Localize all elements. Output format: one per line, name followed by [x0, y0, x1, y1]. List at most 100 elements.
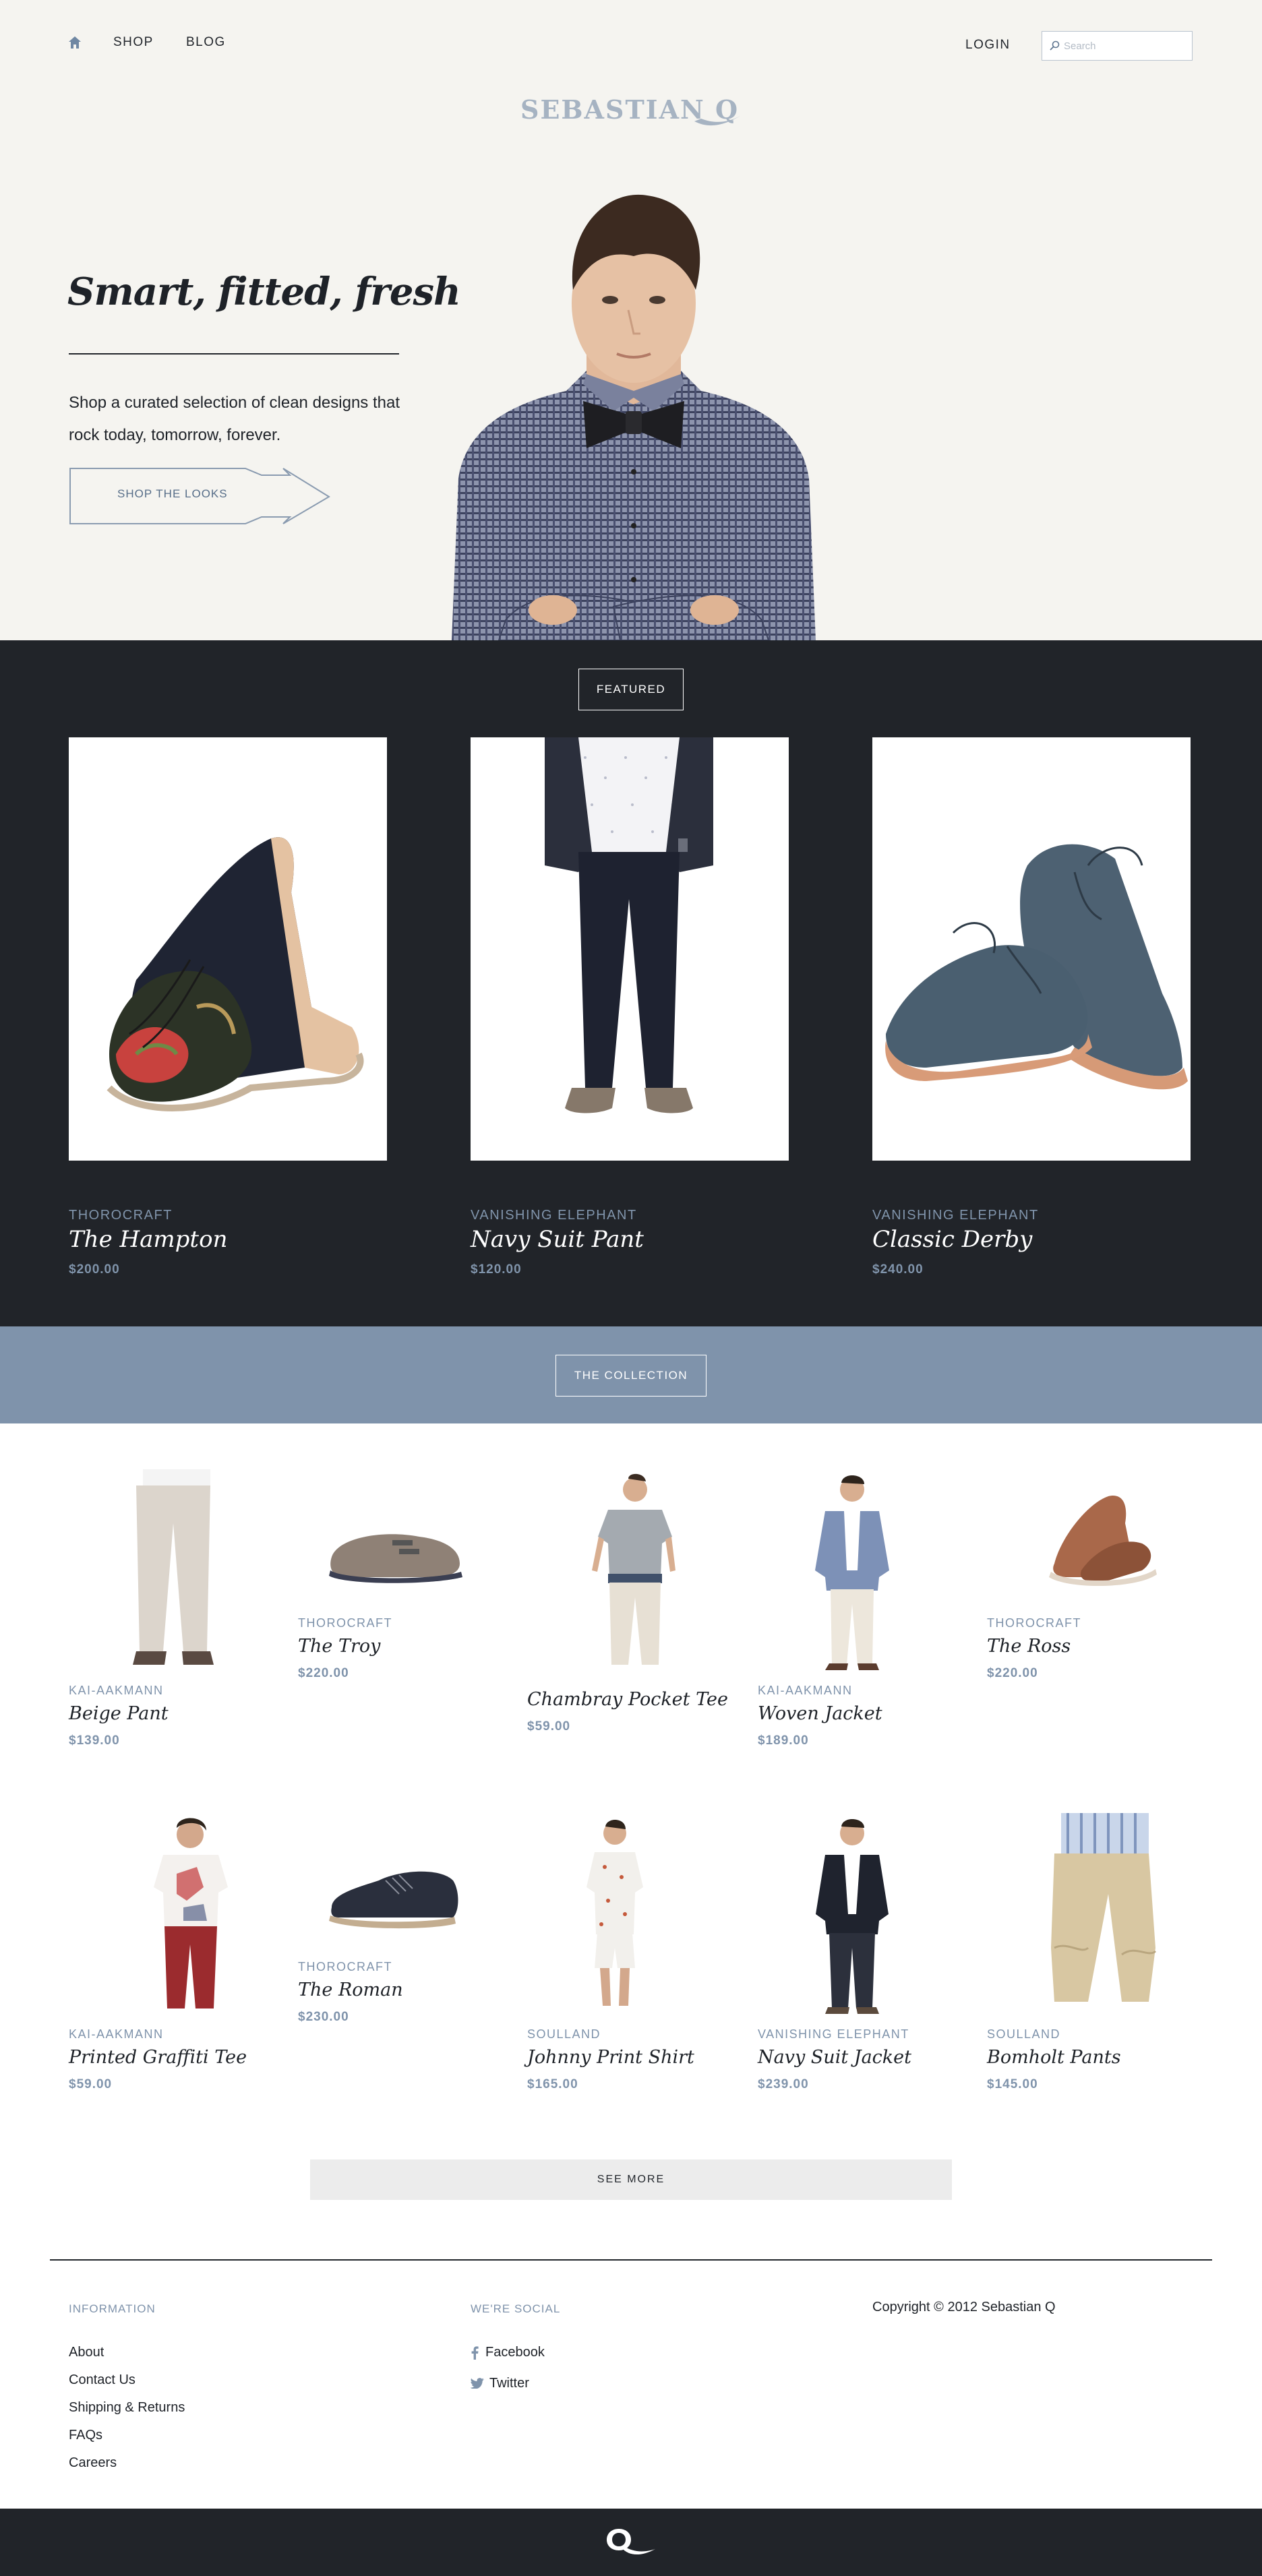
product-price: $120.00: [471, 1262, 522, 1277]
product-brand: THOROCRAFT: [987, 1616, 1081, 1630]
facebook-icon: [471, 2345, 479, 2360]
footer-link-faqs[interactable]: FAQs: [69, 2422, 102, 2449]
product-name[interactable]: Navy Suit Jacket: [758, 2047, 911, 2068]
johnny-print-shirt-model-image: [587, 1819, 643, 2006]
product-price: $240.00: [872, 1262, 924, 1277]
featured-heading-button[interactable]: FEATURED: [578, 669, 684, 710]
shoe-image: [107, 837, 364, 1111]
hero-tagline: Smart, fitted, fresh: [67, 270, 461, 314]
collection-item[interactable]: Chambray Pocket Tee $59.00: [527, 1469, 743, 1759]
featured-card[interactable]: THOROCRAFT The Hampton $200.00: [69, 737, 387, 1277]
beige-pant-image: [133, 1469, 214, 1665]
product-name[interactable]: Bomholt Pants: [987, 2047, 1121, 2068]
product-brand: KAI-AAKMANN: [69, 2027, 164, 2041]
product-price: $200.00: [69, 1262, 120, 1277]
product-brand: THOROCRAFT: [69, 1208, 173, 1223]
featured-card[interactable]: VANISHING ELEPHANT Classic Derby $240.00: [872, 737, 1191, 1277]
product-name[interactable]: Navy Suit Pant: [471, 1226, 789, 1253]
product-price: $220.00: [987, 1666, 1038, 1680]
collection-item[interactable]: THOROCRAFT The Ross $220.00: [987, 1469, 1203, 1692]
product-brand: KAI-AAKMANN: [69, 1684, 164, 1697]
product-name[interactable]: Beige Pant: [69, 1703, 169, 1724]
nav-blog[interactable]: BLOG: [186, 35, 226, 50]
product-name[interactable]: Printed Graffiti Tee: [69, 2047, 247, 2068]
product-price: $189.00: [758, 1734, 809, 1748]
graffiti-tee-model-image: [154, 1818, 228, 2008]
product-name[interactable]: The Troy: [298, 1636, 392, 1657]
collection-item[interactable]: SOULLAND Johnny Print Shirt $165.00: [527, 1813, 743, 2103]
chambray-tee-model-image: [592, 1473, 675, 1665]
derby-shoe-image: [885, 844, 1188, 1090]
footer-social-list: Facebook Twitter: [471, 2339, 545, 2399]
product-price: $59.00: [69, 2077, 113, 2091]
footer-information-list: About Contact Us Shipping & Returns FAQs…: [69, 2339, 185, 2477]
the-troy-shoe-image: [329, 1534, 462, 1583]
product-name[interactable]: Classic Derby: [872, 1226, 1191, 1253]
footer-social-heading: WE'RE SOCIAL: [471, 2302, 561, 2315]
product-name[interactable]: Chambray Pocket Tee: [527, 1689, 728, 1710]
collection-item[interactable]: THOROCRAFT The Roman $230.00: [298, 1813, 514, 2035]
twitter-label: Twitter: [489, 2375, 529, 2391]
collection-item[interactable]: THOROCRAFT The Troy $220.00: [298, 1469, 514, 1692]
woven-jacket-model-image: [815, 1475, 889, 1670]
bomholt-pants-image: [1051, 1813, 1157, 2002]
see-more-button[interactable]: SEE MORE: [310, 2159, 952, 2200]
the-roman-shoe-image: [329, 1871, 458, 1929]
home-icon[interactable]: [67, 35, 82, 50]
shop-the-looks-button[interactable]: SHOP THE LOOKS: [67, 467, 332, 525]
product-image[interactable]: [872, 737, 1191, 1161]
the-ross-shoe-image: [1049, 1496, 1157, 1587]
product-image[interactable]: [471, 737, 789, 1161]
hero-divider: [69, 353, 399, 355]
product-price: $145.00: [987, 2077, 1038, 2091]
footer-link-contact[interactable]: Contact Us: [69, 2366, 136, 2394]
footer-link-about[interactable]: About: [69, 2339, 104, 2366]
product-name[interactable]: Johnny Print Shirt: [527, 2047, 694, 2068]
featured-section: FEATURED THOROCRAFT The Hampton $200.00: [0, 640, 1262, 1326]
product-price: $239.00: [758, 2077, 809, 2091]
nav-shop[interactable]: SHOP: [113, 35, 154, 50]
footer-link-facebook[interactable]: Facebook: [471, 2339, 545, 2366]
product-brand: THOROCRAFT: [298, 1616, 392, 1630]
product-name[interactable]: The Ross: [987, 1636, 1081, 1657]
copyright-text: Copyright © 2012 Sebastian Q: [872, 2300, 1056, 2314]
collection-item[interactable]: KAI-AAKMANN Printed Graffiti Tee $59.00: [69, 1813, 284, 2103]
hero-section: SHOP BLOG LOGIN SEBASTIAN Q Smart, fitte…: [0, 0, 1262, 640]
product-brand: SOULLAND: [987, 2027, 1061, 2041]
collection-item[interactable]: SOULLAND Bomholt Pants $145.00: [987, 1813, 1203, 2103]
collection-item[interactable]: KAI-AAKMANN Woven Jacket $189.00: [758, 1469, 973, 1759]
navy-suit-jacket-model-image: [816, 1818, 889, 2014]
collection-item[interactable]: KAI-AAKMANN Beige Pant $139.00: [69, 1469, 284, 1759]
product-name[interactable]: The Roman: [298, 1980, 403, 2000]
product-brand: VANISHING ELEPHANT: [872, 1208, 1039, 1223]
product-price: $139.00: [69, 1734, 120, 1748]
footer-link-careers[interactable]: Careers: [69, 2449, 117, 2477]
product-name[interactable]: Woven Jacket: [758, 1703, 882, 1724]
hero-model-image: [452, 194, 816, 640]
facebook-label: Facebook: [485, 2345, 545, 2360]
collection-heading-button[interactable]: THE COLLECTION: [555, 1355, 707, 1397]
search-box: [1042, 31, 1193, 61]
product-name[interactable]: The Hampton: [69, 1226, 387, 1253]
product-price: $59.00: [527, 1719, 571, 1734]
product-price: $165.00: [527, 2077, 578, 2091]
product-brand: VANISHING ELEPHANT: [471, 1208, 637, 1223]
footer-divider: [50, 2259, 1212, 2261]
featured-card[interactable]: VANISHING ELEPHANT Navy Suit Pant $120.0…: [471, 737, 789, 1277]
search-input[interactable]: [1064, 40, 1185, 52]
product-price: $220.00: [298, 1666, 349, 1680]
footer-link-twitter[interactable]: Twitter: [471, 2370, 529, 2397]
search-icon: [1050, 40, 1060, 51]
q-logo-icon[interactable]: [605, 2526, 657, 2558]
product-image[interactable]: [69, 737, 387, 1161]
footer-information-heading: INFORMATION: [69, 2302, 156, 2315]
login-link[interactable]: LOGIN: [965, 38, 1011, 53]
collection-item[interactable]: VANISHING ELEPHANT Navy Suit Jacket $239…: [758, 1813, 973, 2103]
logo-tail-flourish: [694, 116, 740, 126]
product-price: $230.00: [298, 2010, 349, 2024]
footer-link-shipping[interactable]: Shipping & Returns: [69, 2394, 185, 2422]
suit-pant-model-image: [545, 737, 713, 1113]
footer-bar: [0, 2509, 1262, 2576]
twitter-icon: [471, 2378, 484, 2389]
product-brand: THOROCRAFT: [298, 1960, 392, 1973]
